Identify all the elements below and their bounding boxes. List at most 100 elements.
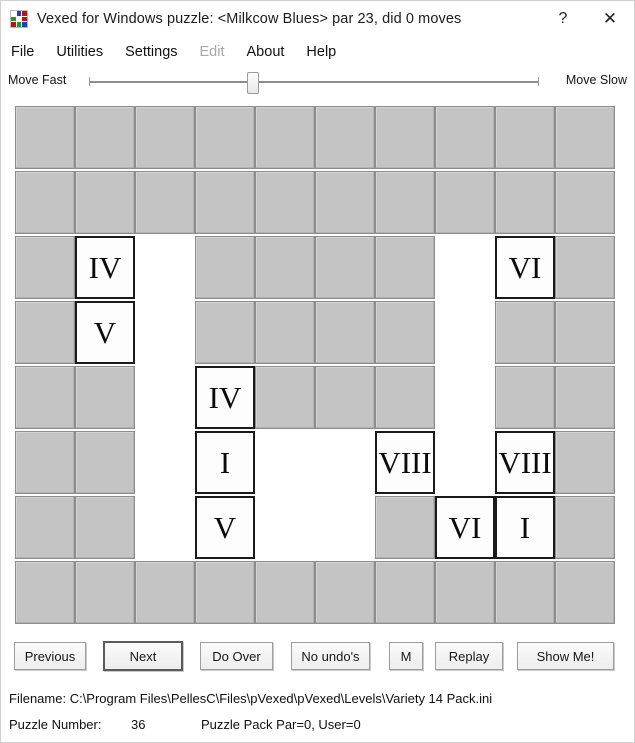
title-bar: Vexed for Windows puzzle: <Milkcow Blues…: [1, 1, 634, 37]
board-block-v[interactable]: V: [195, 496, 255, 559]
board-cell-empty: [255, 496, 315, 559]
board-cell-wall: [315, 301, 375, 364]
board-cell-wall: [75, 106, 135, 169]
button-next[interactable]: Next: [103, 641, 183, 671]
puzzle-pack-par-label: Puzzle Pack Par=0, User=0: [201, 717, 361, 732]
board-cell-wall: [195, 106, 255, 169]
window-controls: ? ✕: [540, 1, 634, 37]
board-cell-empty: [255, 431, 315, 494]
board-block-iv[interactable]: IV: [75, 236, 135, 299]
board-cell-wall: [495, 171, 555, 234]
board-block-iv[interactable]: IV: [195, 366, 255, 429]
board-block-viii[interactable]: VIII: [495, 431, 555, 494]
board-cell-wall: [15, 106, 75, 169]
board-cell-wall: [315, 366, 375, 429]
board-cell-wall: [255, 171, 315, 234]
board-cell-empty: [315, 431, 375, 494]
board-row: V VI I: [15, 496, 619, 561]
board-cell-wall: [315, 106, 375, 169]
menu-item-utilities[interactable]: Utilities: [56, 44, 103, 60]
board-cell-wall: [15, 561, 75, 624]
board-cell-wall: [435, 561, 495, 624]
board-cell-wall: [375, 236, 435, 299]
board-block-v[interactable]: V: [75, 301, 135, 364]
button-m[interactable]: M: [389, 642, 423, 670]
board-cell-wall: [555, 106, 615, 169]
board-cell-wall: [555, 236, 615, 299]
board-block-vi[interactable]: VI: [495, 236, 555, 299]
board-cell-empty: [135, 236, 195, 299]
board-cell-wall: [15, 366, 75, 429]
menu-item-about[interactable]: About: [247, 44, 285, 60]
board-cell-wall: [495, 106, 555, 169]
board-cell-wall: [315, 236, 375, 299]
board-row: IV: [15, 366, 619, 431]
help-button[interactable]: ?: [540, 1, 586, 37]
window-title: Vexed for Windows puzzle: <Milkcow Blues…: [37, 11, 462, 27]
board-cell-empty: [435, 236, 495, 299]
button-no-undo-s[interactable]: No undo's: [291, 642, 370, 670]
board-cell-wall: [15, 496, 75, 559]
icon-tile: [16, 22, 22, 27]
speed-slider[interactable]: [89, 69, 539, 99]
control-button-bar: Previous Next Do Over No undo's M Replay Show …: [1, 639, 634, 679]
board-cell-wall: [75, 366, 135, 429]
board-cell-wall: [255, 301, 315, 364]
board-cell-wall: [555, 366, 615, 429]
puzzle-number-label: Puzzle Number:: [9, 717, 102, 732]
board-cell-wall: [375, 301, 435, 364]
board-cell-empty: [435, 366, 495, 429]
slider-tick-max: [538, 77, 539, 86]
board-cell-wall: [315, 561, 375, 624]
button-previous[interactable]: Previous: [14, 642, 86, 670]
board-cell-wall: [375, 171, 435, 234]
board-row: IV VI: [15, 236, 619, 301]
board-cell-wall: [75, 561, 135, 624]
board-block-vi[interactable]: VI: [435, 496, 495, 559]
menu-item-settings[interactable]: Settings: [125, 44, 177, 60]
button-do-over[interactable]: Do Over: [200, 642, 273, 670]
move-slow-label: Move Slow: [565, 73, 627, 87]
vexed-window: Vexed for Windows puzzle: <Milkcow Blues…: [0, 0, 635, 743]
button-show-me[interactable]: Show Me!: [517, 642, 614, 670]
board-cell-wall: [555, 171, 615, 234]
icon-tile: [16, 16, 22, 22]
board-cell-wall: [195, 236, 255, 299]
board-cell-wall: [495, 561, 555, 624]
icon-tile: [22, 22, 27, 27]
slider-tick-min: [89, 77, 90, 86]
menu-item-file[interactable]: File: [11, 44, 34, 60]
board-cell-empty: [135, 301, 195, 364]
board-block-viii[interactable]: VIII: [375, 431, 435, 494]
puzzle-number-value: 36: [131, 717, 146, 732]
board-cell-wall: [375, 496, 435, 559]
board-row: [15, 106, 619, 171]
board-block-i[interactable]: I: [495, 496, 555, 559]
button-replay[interactable]: Replay: [435, 642, 503, 670]
menu-item-help[interactable]: Help: [306, 44, 336, 60]
board-cell-empty: [135, 496, 195, 559]
board-row: [15, 171, 619, 236]
board-cell-wall: [555, 561, 615, 624]
board-cell-wall: [375, 561, 435, 624]
board-cell-wall: [495, 301, 555, 364]
icon-tile: [11, 16, 16, 22]
board-block-i[interactable]: I: [195, 431, 255, 494]
slider-thumb[interactable]: [246, 72, 259, 94]
puzzle-board[interactable]: IV VI V IV I VIII VIII V VI I: [15, 106, 619, 627]
vexed-grid-icon: [10, 10, 28, 28]
filename-label: Filename: C:\Program Files\PellesC\Files…: [9, 691, 493, 706]
board-cell-wall: [495, 366, 555, 429]
menu-item-edit: Edit: [199, 44, 225, 60]
close-button[interactable]: ✕: [586, 1, 634, 37]
board-cell-empty: [435, 301, 495, 364]
icon-tile: [16, 11, 22, 16]
speed-slider-row: Move Fast Move Slow: [1, 69, 634, 99]
board-cell-wall: [195, 171, 255, 234]
board-cell-wall: [75, 496, 135, 559]
board-cell-empty: [135, 366, 195, 429]
board-row: [15, 561, 619, 626]
icon-tile: [11, 22, 16, 27]
board-cell-wall: [255, 561, 315, 624]
icon-tile: [22, 11, 27, 16]
